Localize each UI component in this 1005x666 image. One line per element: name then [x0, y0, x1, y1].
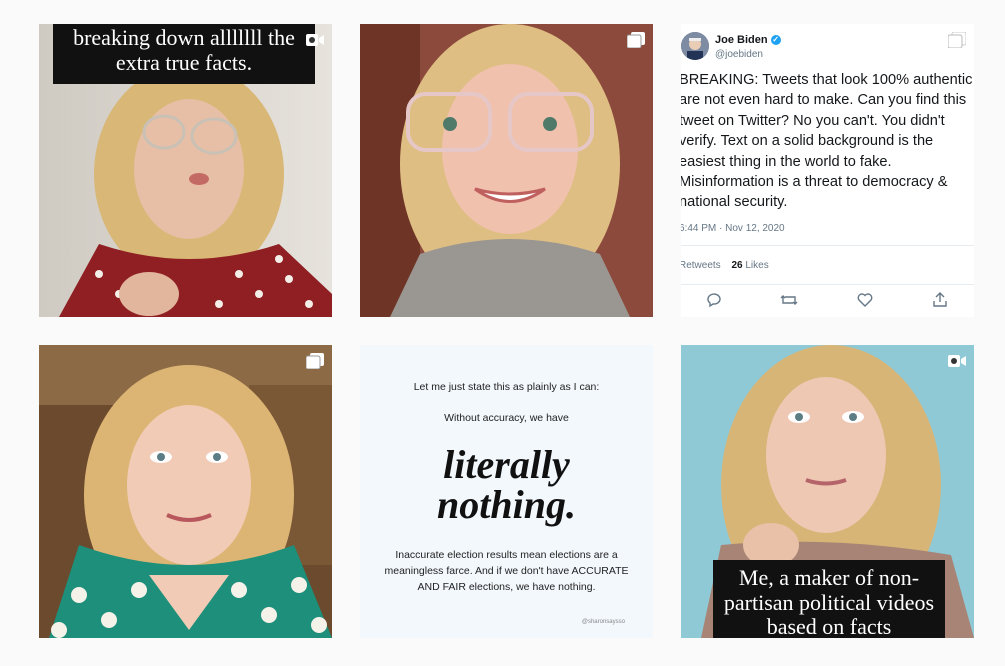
post-tile-1[interactable]: breaking down alllllll the extra true fa…	[39, 24, 332, 317]
post-tile-6[interactable]: Me, a maker of non-partisan political vi…	[681, 345, 974, 638]
quote-body: Inaccurate election results mean electio…	[384, 549, 629, 593]
carousel-icon	[306, 353, 324, 369]
avatar	[681, 32, 709, 60]
likes-count: 26	[731, 260, 743, 271]
tweet-actions	[681, 290, 974, 310]
post-tile-2[interactable]	[360, 24, 653, 317]
quote-signature: @sharonsaysso	[581, 619, 625, 625]
carousel-icon	[627, 32, 645, 48]
share-icon[interactable]	[930, 290, 950, 310]
divider	[681, 284, 974, 285]
quote-big-2: nothing.	[437, 482, 576, 527]
reply-icon[interactable]	[704, 290, 724, 310]
tweet-author-name: Joe Biden ✓	[715, 34, 781, 46]
quote-big-1: literally	[443, 442, 570, 487]
verified-icon: ✓	[770, 35, 781, 46]
tweet-text: BREAKING: Tweets that look 100% authenti…	[681, 72, 973, 211]
retweets-label: Retweets	[681, 260, 721, 271]
heart-icon[interactable]	[855, 290, 875, 310]
divider	[681, 245, 974, 246]
post-caption: Me, a maker of non-partisan political vi…	[713, 560, 945, 638]
quote-line-1: Let me just state this as plainly as I c…	[413, 381, 600, 393]
tweet-stats: Retweets 26 Likes	[681, 260, 769, 271]
post-tile-4[interactable]	[39, 345, 332, 638]
tweet-timestamp: 6:44 PM · Nov 12, 2020	[681, 223, 785, 234]
retweet-icon[interactable]	[779, 290, 799, 310]
post-tile-3[interactable]: Joe Biden ✓ @joebiden BREAKING: Tweets th…	[681, 24, 974, 317]
post-tile-5[interactable]: Let me just state this as plainly as I c…	[360, 345, 653, 638]
video-icon	[948, 355, 966, 367]
video-icon	[306, 34, 324, 46]
carousel-icon	[948, 32, 966, 48]
likes-label: Likes	[745, 260, 769, 271]
quote-line-2: Without accuracy, we have	[444, 412, 569, 424]
tweet-handle: @joebiden	[715, 49, 763, 60]
post-photo	[360, 24, 653, 317]
post-caption: breaking down alllllll the extra true fa…	[53, 24, 315, 84]
post-photo	[39, 345, 332, 638]
